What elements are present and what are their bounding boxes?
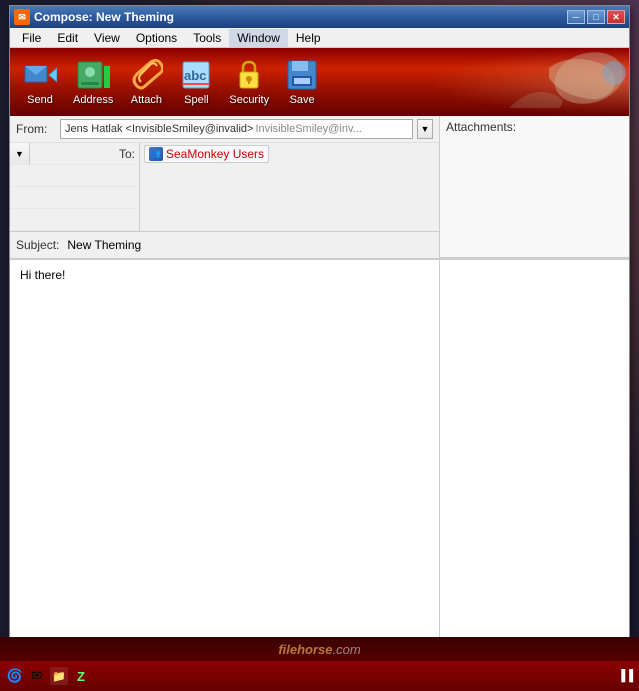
compose-body[interactable]: Hi there! (10, 260, 439, 674)
menu-help[interactable]: Help (288, 29, 329, 47)
recipient-tag[interactable]: 👥 SeaMonkey Users (144, 145, 269, 163)
main-layout: Hi there! (10, 259, 629, 674)
taskbar-icon-folder[interactable]: 📁 (50, 667, 68, 685)
restore-button[interactable]: □ (587, 10, 605, 24)
taskbar-icon-start[interactable]: 🌀 (6, 667, 24, 685)
attachments-header: Attachments: (439, 116, 629, 258)
recipients-right: 👥 SeaMonkey Users (140, 143, 439, 231)
filehorse-text: filehorse.com (278, 642, 360, 657)
taskbar-volume: ▐▐ (617, 670, 633, 682)
minimize-button[interactable]: ─ (567, 10, 585, 24)
spell-icon: abc (179, 58, 213, 92)
empty-row-2 (10, 187, 139, 209)
security-icon (232, 58, 266, 92)
from-row: From: Jens Hatlak <InvisibleSmiley@inval… (10, 116, 439, 143)
from-hint: InvisibleSmiley@inv... (255, 123, 361, 135)
menu-view[interactable]: View (86, 29, 128, 47)
attachments-label: Attachments: (446, 120, 516, 134)
to-type-row: ▼ To: (10, 143, 139, 165)
save-label: Save (290, 94, 315, 106)
title-bar: ✉ Compose: New Theming ─ □ ✕ (10, 6, 629, 28)
attach-label: Attach (131, 94, 162, 106)
attach-icon (129, 58, 163, 92)
toolbar: Send Address (10, 48, 629, 116)
address-button[interactable]: Address (68, 55, 118, 109)
window-title: Compose: New Theming (34, 10, 174, 24)
send-icon (23, 58, 57, 92)
from-dropdown-button[interactable]: ▼ (417, 119, 433, 139)
menu-bar: File Edit View Options Tools Window Help (10, 28, 629, 48)
security-label: Security (229, 94, 269, 106)
from-value: Jens Hatlak <InvisibleSmiley@invalid> (65, 123, 253, 135)
empty-row-1 (10, 165, 139, 187)
save-button[interactable]: Save (280, 55, 324, 109)
to-value-row: 👥 SeaMonkey Users (140, 143, 439, 165)
body-text: Hi there! (20, 268, 65, 282)
close-button[interactable]: ✕ (607, 10, 625, 24)
recipients-area: ▼ To: 👥 SeaMonkey Users (10, 143, 439, 232)
recipient-tag-icon: 👥 (149, 147, 163, 161)
attachments-panel (439, 260, 629, 674)
from-form: From: Jens Hatlak <InvisibleSmiley@inval… (10, 116, 439, 258)
from-input-field[interactable]: Jens Hatlak <InvisibleSmiley@invalid> In… (60, 119, 413, 139)
menu-tools[interactable]: Tools (185, 29, 229, 47)
address-label: Address (73, 94, 113, 106)
window-controls: ─ □ ✕ (567, 10, 625, 24)
header-area: From: Jens Hatlak <InvisibleSmiley@inval… (10, 116, 629, 259)
menu-file[interactable]: File (14, 29, 49, 47)
recipient-name: SeaMonkey Users (166, 147, 264, 161)
recipient-type-button[interactable]: ▼ (10, 143, 30, 165)
from-section: From: Jens Hatlak <InvisibleSmiley@inval… (10, 116, 629, 258)
spell-label: Spell (184, 94, 208, 106)
filehorse-bar: filehorse.com (0, 637, 639, 661)
taskbar-icons: 🌀 ✉ 📁 Z (6, 667, 90, 685)
send-label: Send (27, 94, 53, 106)
recipients-left: ▼ To: (10, 143, 140, 231)
taskbar: 🌀 ✉ 📁 Z ▐▐ (0, 661, 639, 691)
taskbar-icon-z[interactable]: Z (72, 667, 90, 685)
window-icon: ✉ (14, 9, 30, 25)
menu-edit[interactable]: Edit (49, 29, 86, 47)
title-bar-left: ✉ Compose: New Theming (14, 9, 174, 25)
subject-input[interactable] (63, 235, 433, 255)
security-button[interactable]: Security (224, 55, 274, 109)
empty-recipients (140, 165, 439, 231)
spell-button[interactable]: abc Spell (174, 55, 218, 109)
address-icon (76, 58, 110, 92)
menu-options[interactable]: Options (128, 29, 185, 47)
menu-window[interactable]: Window (229, 29, 288, 47)
to-label[interactable]: To: (30, 147, 139, 161)
subject-label: Subject: (16, 238, 59, 252)
svg-text:abc: abc (184, 68, 206, 83)
filehorse-logo: filehorse (278, 642, 332, 657)
save-icon (285, 58, 319, 92)
taskbar-icon-mail[interactable]: ✉ (28, 667, 46, 685)
subject-row: Subject: (10, 232, 439, 258)
empty-row-3 (10, 209, 139, 231)
from-label: From: (16, 122, 56, 136)
send-button[interactable]: Send (18, 55, 62, 109)
taskbar-right: ▐▐ (617, 670, 633, 682)
attach-button[interactable]: Attach (124, 55, 168, 109)
